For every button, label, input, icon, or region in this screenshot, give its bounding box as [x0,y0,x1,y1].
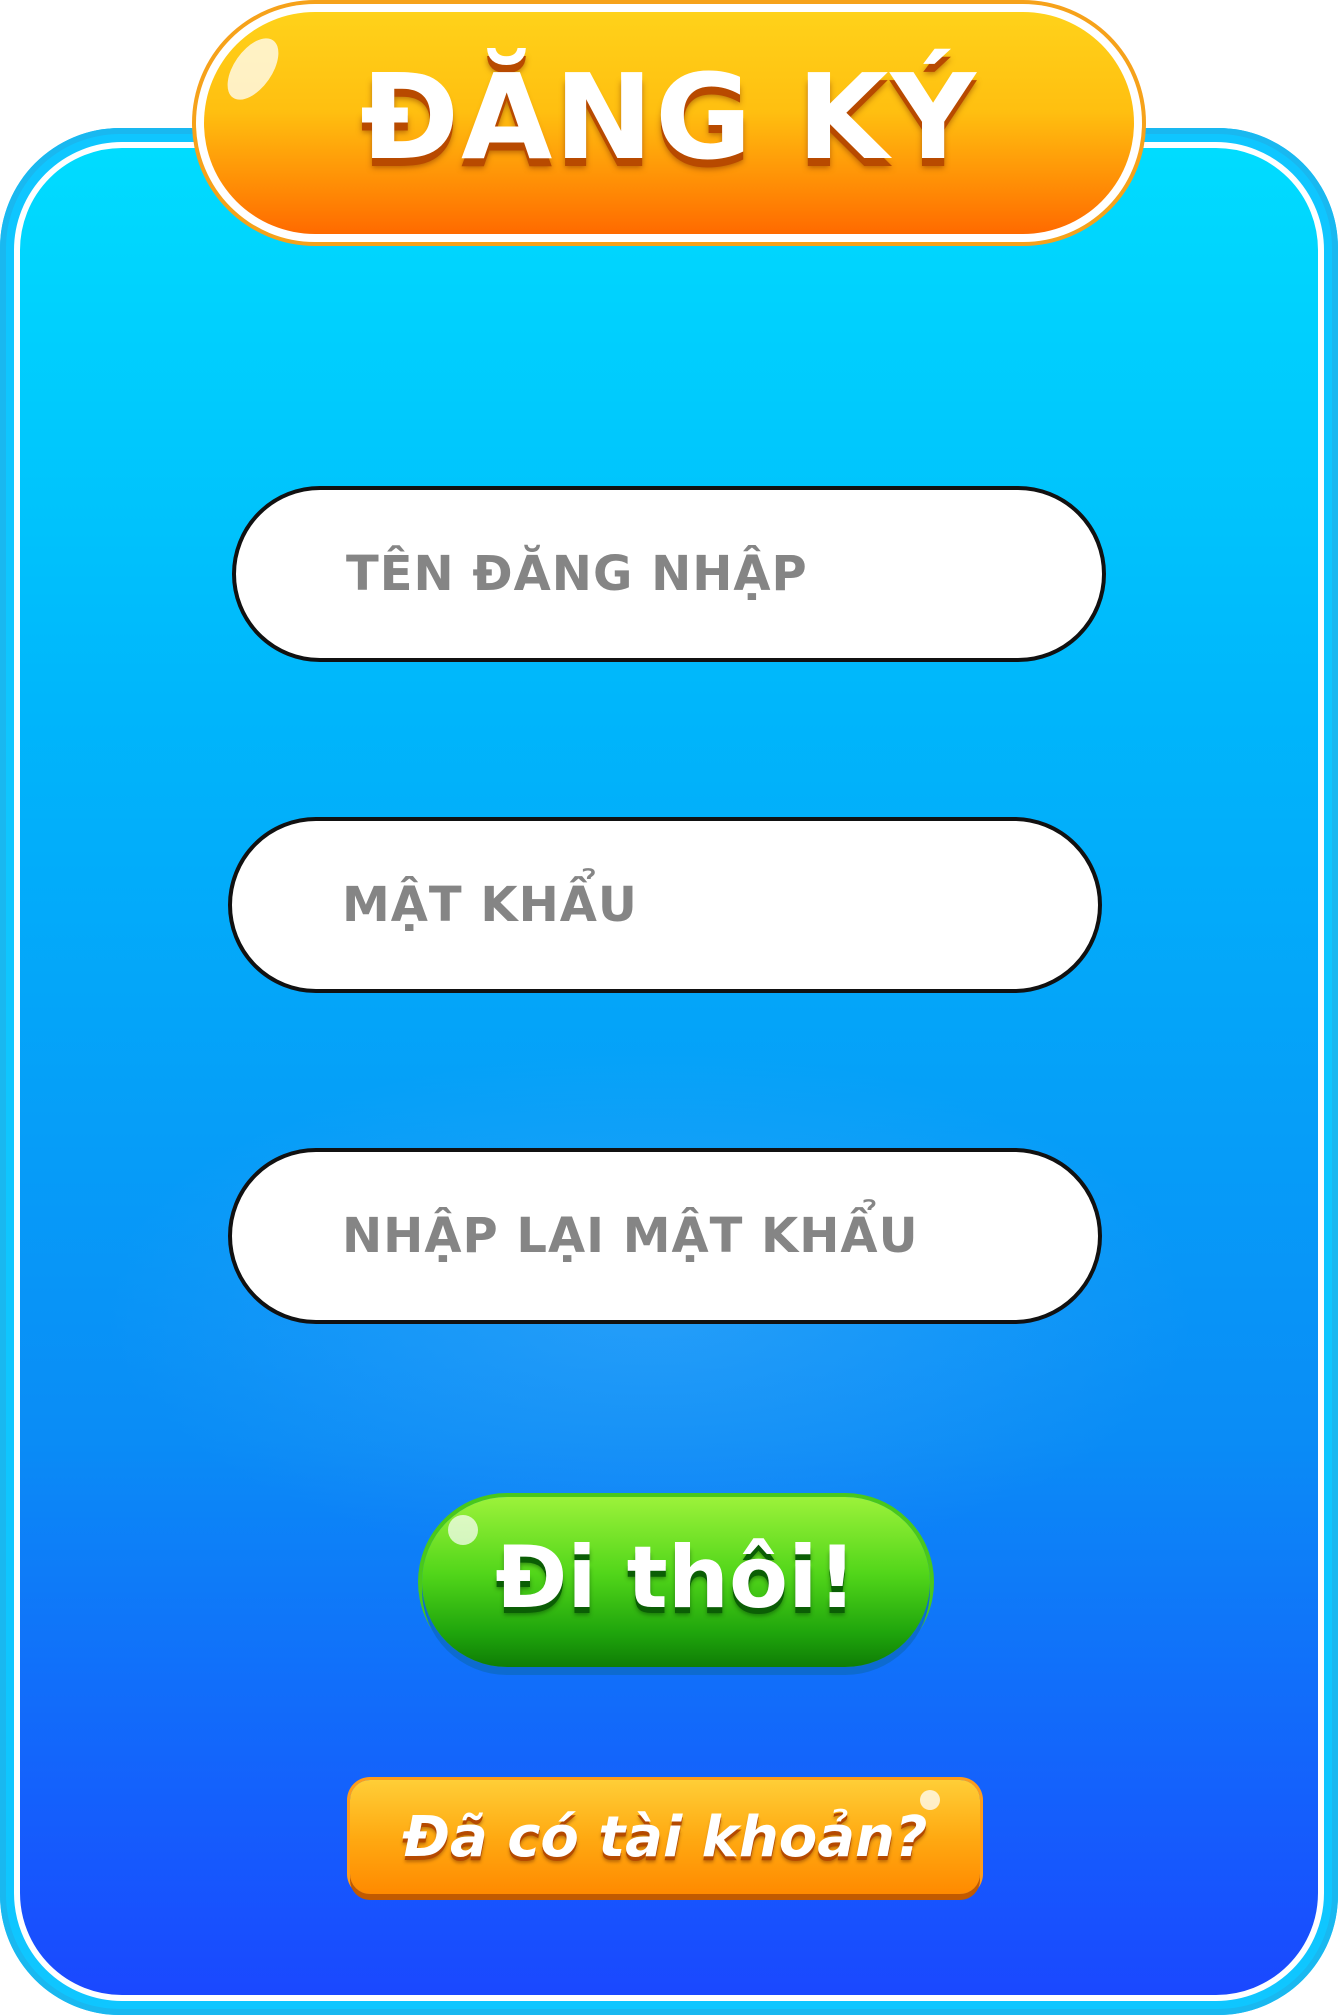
password-input[interactable]: MẬT KHẨU [228,817,1102,993]
register-panel-inner [14,142,1324,2001]
title-banner: ĐĂNG KÝ [196,4,1142,242]
username-placeholder: TÊN ĐĂNG NHẬP [346,546,808,602]
register-screen: ĐĂNG KÝ TÊN ĐĂNG NHẬP MẬT KHẨU NHẬP LẠI … [0,0,1338,2015]
have-account-shine [920,1790,940,1810]
submit-button-label: Đi thôi! [495,1528,857,1628]
have-account-label: Đã có tài khoản? [402,1804,928,1870]
title-gloss [217,29,289,109]
submit-button-shine [448,1515,478,1545]
password-placeholder: MẬT KHẨU [342,877,638,933]
username-input[interactable]: TÊN ĐĂNG NHẬP [232,486,1106,662]
register-panel [0,128,1338,2015]
confirm-password-input[interactable]: NHẬP LẠI MẬT KHẨU [228,1148,1102,1324]
have-account-button[interactable]: Đã có tài khoản? [350,1780,980,1894]
submit-button[interactable]: Đi thôi! [422,1497,930,1667]
page-title: ĐĂNG KÝ [360,48,978,186]
confirm-password-placeholder: NHẬP LẠI MẬT KHẨU [342,1208,919,1264]
title-banner-inner: ĐĂNG KÝ [204,12,1134,234]
